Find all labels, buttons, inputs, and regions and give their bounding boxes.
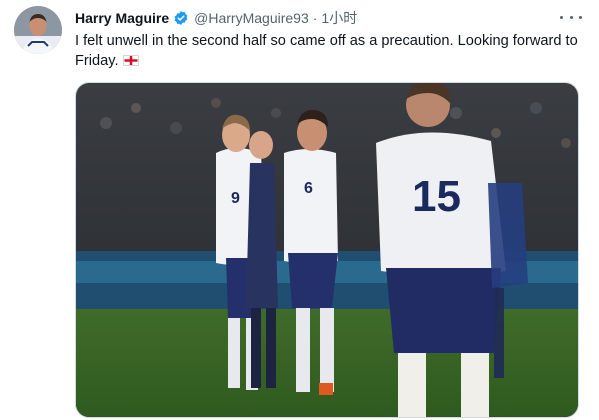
header-separator: · (312, 10, 318, 26)
tweet-header: Harry Maguire @HarryMaguire93 · 1小时 (75, 9, 357, 27)
england-flag-icon (122, 55, 139, 66)
tweet-photo[interactable]: 9 6 15 (75, 82, 579, 418)
more-options-icon[interactable] (560, 8, 582, 26)
author-name[interactable]: Harry Maguire (75, 10, 169, 26)
player-number-6: 6 (304, 180, 313, 197)
tweet-text: I felt unwell in the second half so came… (75, 31, 583, 71)
tweet[interactable]: Harry Maguire @HarryMaguire93 · 1小时 I fe… (0, 0, 599, 420)
player-number-9: 9 (231, 190, 240, 207)
author-avatar[interactable] (14, 6, 62, 54)
player-number-15: 15 (412, 172, 461, 221)
avatar-image (14, 6, 62, 54)
verified-badge-icon (173, 10, 189, 26)
tweet-body: I felt unwell in the second half so came… (75, 33, 578, 69)
author-handle[interactable]: @HarryMaguire93 (194, 10, 309, 26)
football-players-photo: 9 6 15 (76, 83, 578, 417)
tweet-timestamp[interactable]: 1小时 (321, 8, 357, 28)
